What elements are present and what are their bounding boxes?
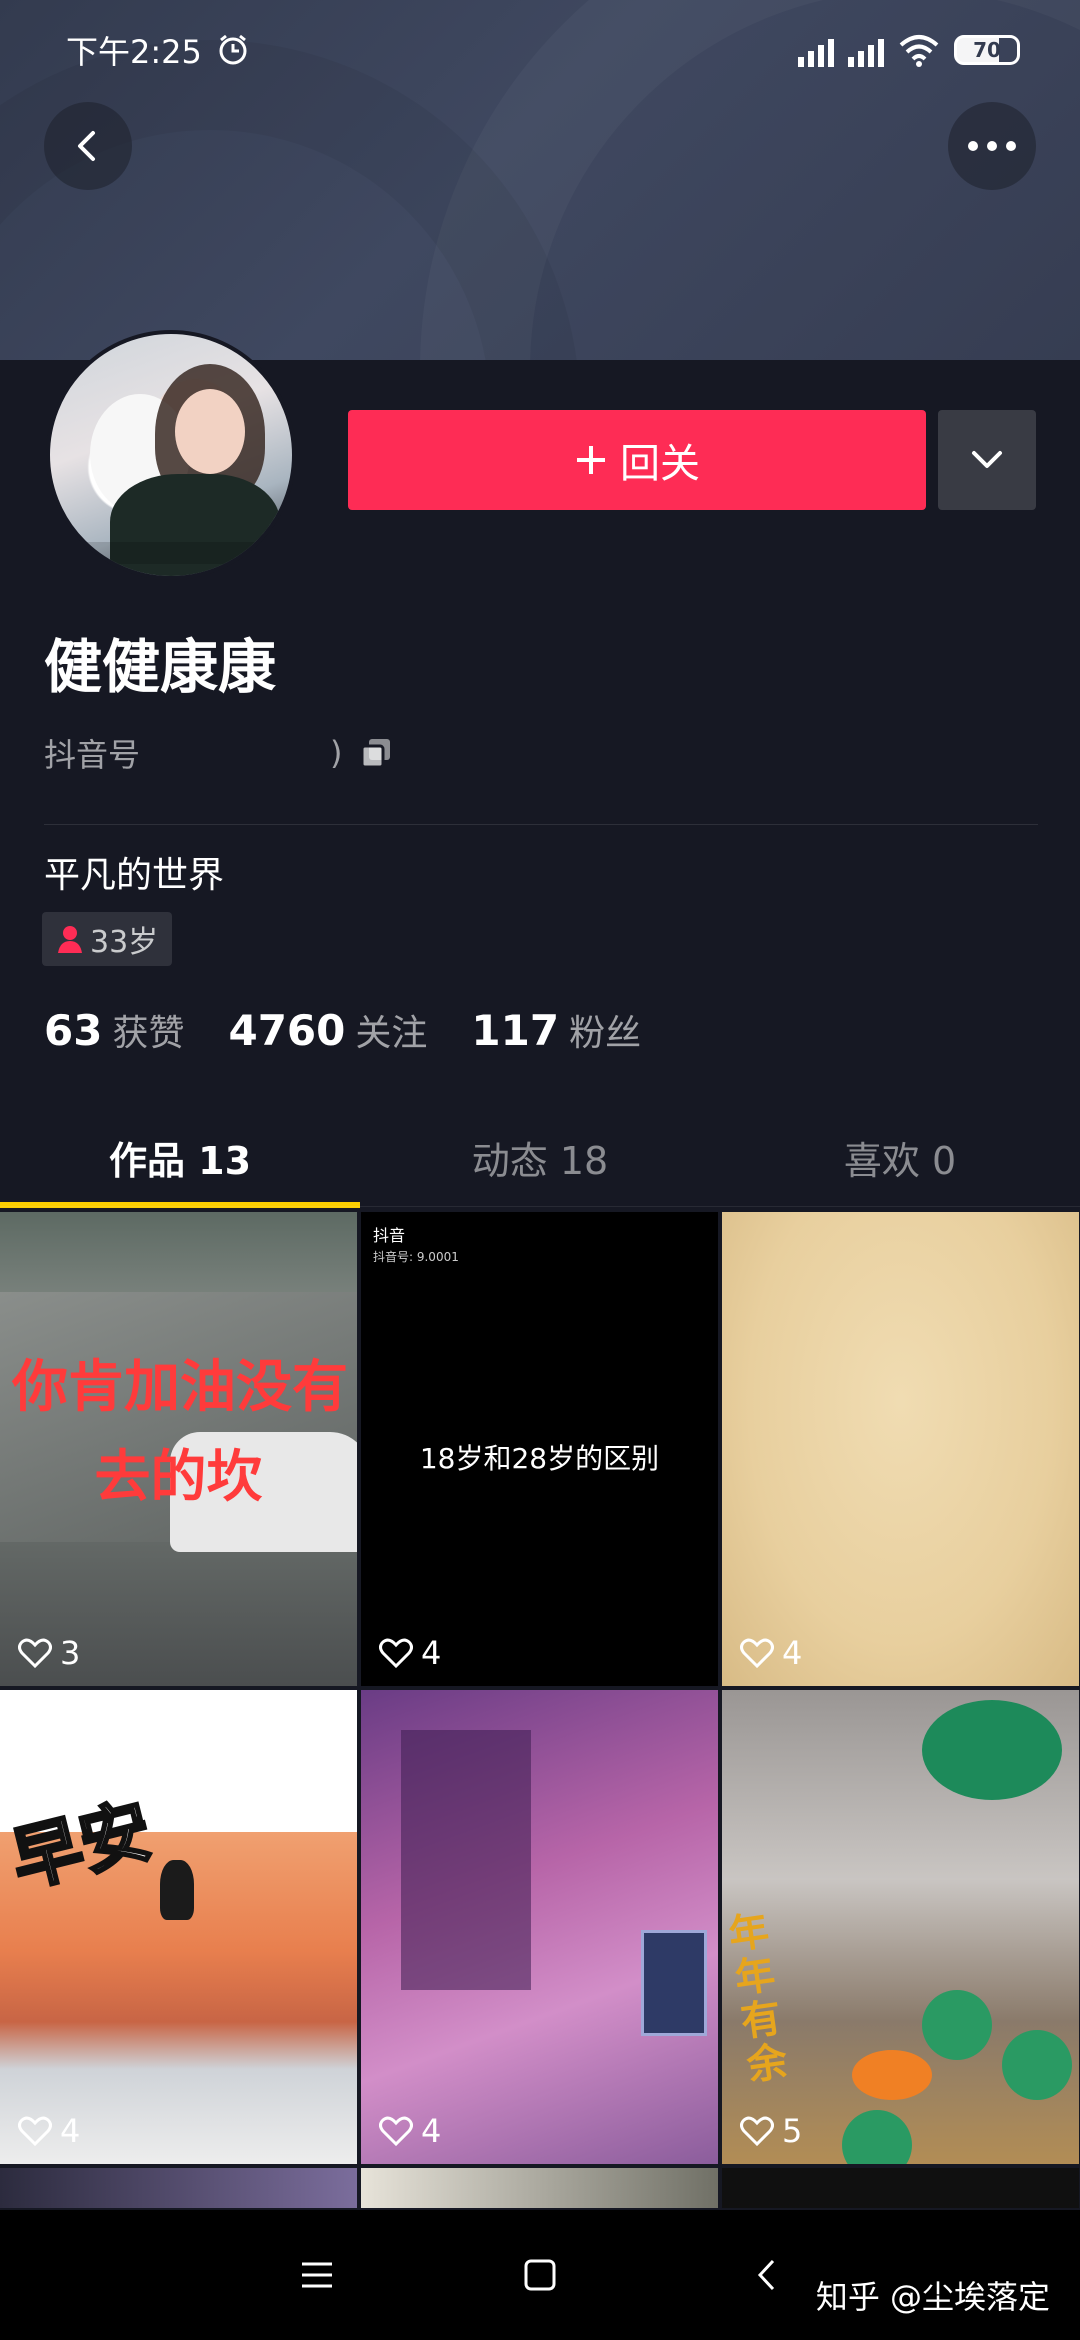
menu-icon (302, 2262, 332, 2288)
home-square-icon (524, 2259, 556, 2291)
stat-following[interactable]: 4760 关注 (228, 1004, 427, 1056)
like-count: 4 (18, 2112, 80, 2150)
heart-icon (18, 1638, 52, 1668)
like-count: 4 (379, 2112, 441, 2150)
heart-icon (740, 1638, 774, 1668)
video-thumbnail[interactable]: 早安 4 (0, 1690, 357, 2164)
video-thumbnail[interactable] (722, 2168, 1079, 2208)
female-user-icon (58, 926, 82, 953)
tab-works[interactable]: 作品 13 (0, 1112, 360, 1208)
heart-icon (18, 2116, 52, 2146)
follow-back-label: 回关 (620, 441, 700, 487)
like-count-value: 3 (60, 1634, 81, 1672)
back-arrow-icon (757, 2259, 775, 2291)
like-count-value: 4 (421, 1634, 442, 1672)
more-dots-icon (968, 141, 1016, 151)
video-overlay-text: 早安 (2, 1788, 161, 1904)
video-overlay-text: 你肯加油没有 (12, 1355, 348, 1420)
douyin-logo-text: 抖音 (373, 1226, 406, 1245)
stat-label: 获赞 (112, 1013, 185, 1054)
like-count-value: 4 (782, 1634, 803, 1672)
watermark: 知乎 @尘埃落定 (815, 2278, 1050, 2316)
signal-icon (798, 33, 834, 67)
battery-indicator: 70 (954, 35, 1020, 65)
chevron-down-icon (972, 451, 1002, 468)
alarm-icon (219, 34, 247, 65)
age-label: 33岁 (90, 925, 159, 960)
divider (44, 824, 1038, 825)
stat-likes: 63 获赞 (44, 1004, 184, 1056)
video-thumbnail[interactable]: 年年有余 5 (722, 1690, 1079, 2164)
stat-number: 4760 (228, 1006, 346, 1055)
video-watermark: 抖音 抖音号: 9.0001 (373, 1222, 459, 1265)
douyin-id-value: ) (330, 734, 343, 772)
plus-icon (577, 446, 605, 474)
video-thumbnail[interactable]: 4 (361, 1690, 718, 2164)
like-count-value: 4 (60, 2112, 81, 2150)
video-overlay-text: 年年有余 (725, 1907, 791, 2090)
tab-divider (0, 1206, 1080, 1207)
video-overlay-text: 去的坎 (94, 1445, 263, 1510)
tab-moments[interactable]: 动态 18 (360, 1112, 720, 1202)
menu-button[interactable] (280, 2238, 354, 2312)
heart-icon (379, 1638, 413, 1668)
profile-tabs: 作品 13 动态 18 喜欢 0 (0, 1112, 1080, 1208)
home-button[interactable] (503, 2238, 577, 2312)
age-tag: 33岁 (42, 912, 173, 966)
back-button[interactable] (44, 102, 132, 190)
like-count: 4 (379, 1634, 441, 1672)
video-thumbnail[interactable]: 4 (722, 1212, 1079, 1686)
video-thumbnail[interactable]: 你肯加油没有 去的坎 3 (0, 1212, 357, 1686)
like-count: 3 (18, 1634, 80, 1672)
heart-icon (379, 2116, 413, 2146)
copy-icon[interactable] (359, 736, 393, 770)
stat-label: 粉丝 (569, 1013, 642, 1054)
like-count-value: 5 (782, 2112, 803, 2150)
like-count: 5 (740, 2112, 802, 2150)
stat-label: 关注 (355, 1013, 428, 1054)
status-bar: 下午2:25 70 (0, 0, 1080, 100)
nickname: 健健康康 (44, 633, 277, 701)
system-back-button[interactable] (730, 2238, 804, 2312)
signal-icon (848, 33, 884, 67)
bio-text: 平凡的世界 (44, 855, 225, 896)
status-time: 下午2:25 (66, 33, 202, 71)
video-grid: 你肯加油没有 去的坎 3 抖音 抖音号: 9.0001 18岁和28岁的区别 4… (0, 1212, 1080, 2208)
wifi-icon (899, 35, 939, 67)
recommend-dropdown-button[interactable] (938, 410, 1036, 510)
heart-icon (740, 2116, 774, 2146)
video-thumbnail[interactable] (0, 2168, 357, 2208)
stats-row: 63 获赞 4760 关注 117 粉丝 (44, 1004, 641, 1056)
video-overlay-text: 18岁和28岁的区别 (419, 1442, 660, 1475)
stat-number: 63 (44, 1006, 103, 1055)
stat-followers[interactable]: 117 粉丝 (471, 1004, 641, 1056)
tab-likes[interactable]: 喜欢 0 (720, 1112, 1080, 1202)
follow-back-button[interactable]: 回关 (348, 410, 926, 510)
video-thumbnail[interactable]: 抖音 抖音号: 9.0001 18岁和28岁的区别 4 (361, 1212, 718, 1686)
douyin-id-row: 抖音号 ) (44, 730, 393, 776)
video-thumbnail[interactable] (361, 2168, 718, 2208)
video-small-id: 抖音号: 9.0001 (373, 1250, 459, 1264)
like-count: 4 (740, 1634, 802, 1672)
chevron-left-icon (78, 131, 95, 161)
stat-number: 117 (471, 1006, 560, 1055)
more-options-button[interactable] (948, 102, 1036, 190)
like-count-value: 4 (421, 2112, 442, 2150)
avatar[interactable] (46, 330, 296, 580)
douyin-id-label: 抖音号 (44, 736, 141, 774)
